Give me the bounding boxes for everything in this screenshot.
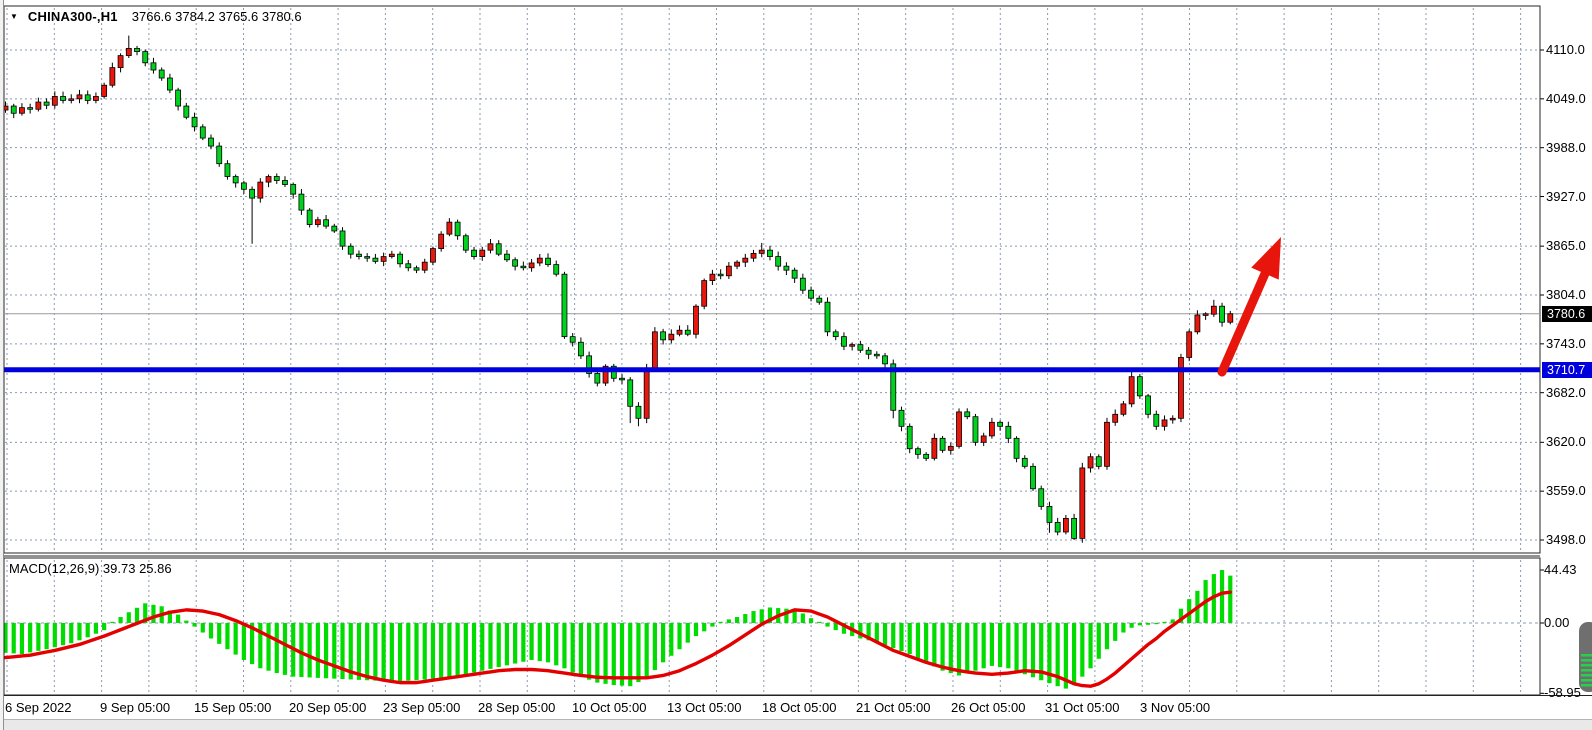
time-axis-label: 10 Oct 05:00 xyxy=(572,700,646,715)
time-axis-label: 3 Nov 05:00 xyxy=(1140,700,1210,715)
price-tick-label: 3988.0 xyxy=(1546,140,1586,155)
price-tick-label: 3498.0 xyxy=(1546,532,1586,547)
time-axis-label: 9 Sep 05:00 xyxy=(100,700,170,715)
window-bottom-strip xyxy=(0,719,1592,730)
time-axis-label: 18 Oct 05:00 xyxy=(762,700,836,715)
price-tick-label: 3620.0 xyxy=(1546,434,1586,449)
time-axis-label: 20 Sep 05:00 xyxy=(289,700,366,715)
scrollbar-stripes xyxy=(1581,654,1592,688)
time-axis-label: 13 Oct 05:00 xyxy=(667,700,741,715)
symbol-dropdown-icon[interactable]: ▼ xyxy=(10,12,18,21)
time-axis-label: 28 Sep 05:00 xyxy=(478,700,555,715)
symbol-period-label: CHINA300-,H1 xyxy=(28,9,118,24)
ohlc-values: 3766.6 3784.2 3765.6 3780.6 xyxy=(132,9,302,24)
macd-tick-label: 0.00 xyxy=(1544,615,1569,630)
trading-chart-window: ▼ CHINA300-,H1 3766.6 3784.2 3765.6 3780… xyxy=(0,0,1592,730)
level-price-badge: 3710.7 xyxy=(1542,362,1592,378)
macd-indicator-label: MACD(12,26,9) 39.73 25.86 xyxy=(9,561,172,576)
chart-header: ▼ CHINA300-,H1 3766.6 3784.2 3765.6 3780… xyxy=(10,9,302,24)
time-axis-label: 6 Sep 2022 xyxy=(5,700,72,715)
time-axis-label: 31 Oct 05:00 xyxy=(1045,700,1119,715)
window-left-edge xyxy=(0,0,4,730)
price-tick-label: 3743.0 xyxy=(1546,336,1586,351)
time-axis-label: 21 Oct 05:00 xyxy=(856,700,930,715)
current-price-badge: 3780.6 xyxy=(1542,306,1592,322)
chart-canvas[interactable] xyxy=(0,0,1592,730)
vertical-scrollbar-thumb[interactable] xyxy=(1579,622,1592,692)
time-axis-label: 23 Sep 05:00 xyxy=(383,700,460,715)
price-tick-label: 4110.0 xyxy=(1546,42,1585,57)
macd-tick-label: -58.95 xyxy=(1544,685,1581,700)
price-tick-label: 3682.0 xyxy=(1546,385,1586,400)
price-tick-label: 3865.0 xyxy=(1546,238,1586,253)
price-tick-label: 4049.0 xyxy=(1546,91,1586,106)
price-tick-label: 3559.0 xyxy=(1546,483,1586,498)
macd-tick-label: 44.43 xyxy=(1544,562,1577,577)
time-axis-label: 15 Sep 05:00 xyxy=(194,700,271,715)
price-tick-label: 3804.0 xyxy=(1546,287,1586,302)
time-axis-label: 26 Oct 05:00 xyxy=(951,700,1025,715)
price-tick-label: 3927.0 xyxy=(1546,189,1586,204)
